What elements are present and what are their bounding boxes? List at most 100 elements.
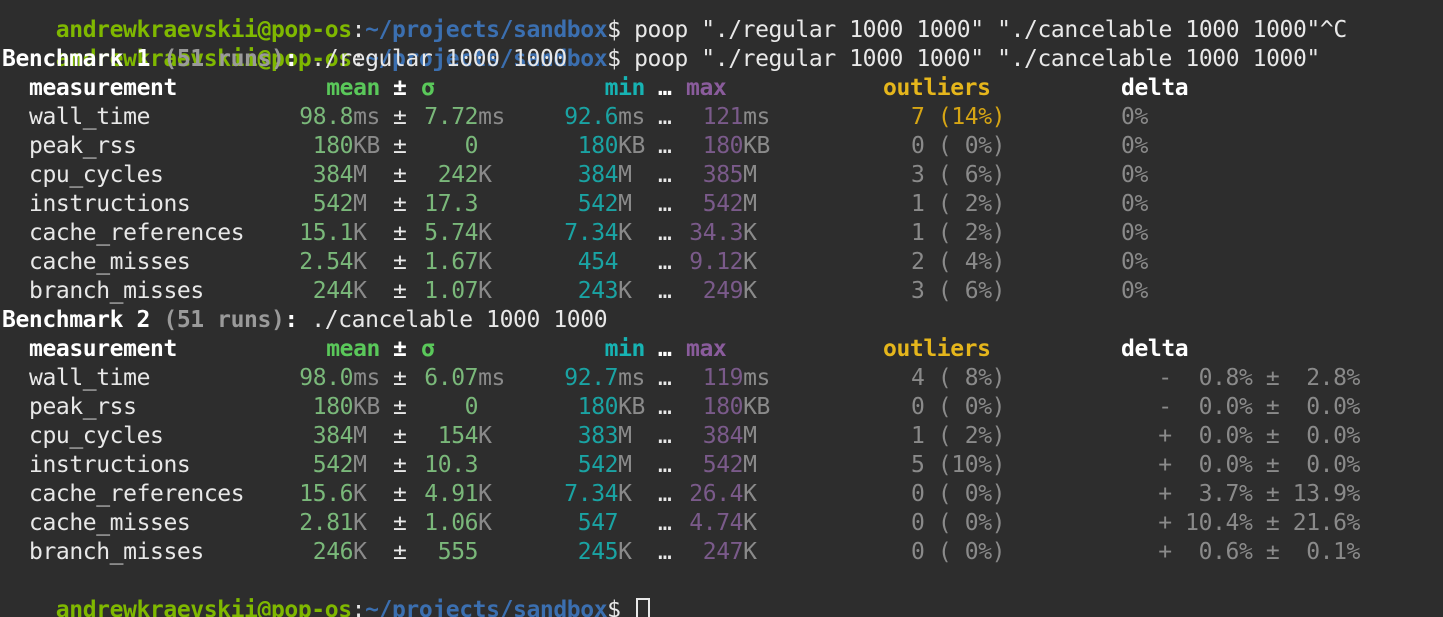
delta-value: 0% [1121, 249, 1148, 275]
cell: 180KB [250, 132, 381, 161]
cell: 243K [520, 277, 645, 306]
mean-unit: K [353, 510, 380, 536]
max-unit: K [743, 510, 770, 536]
cell: 6.07ms [380, 364, 505, 393]
table-row: peak_rss 180KB ±0 180KB… 180KB 0 ( 0%) 0% [0, 132, 1443, 161]
terminal-window[interactable]: andrewkraevskii@pop-os:~/projects/sandbo… [0, 0, 1443, 617]
table-row: wall_time 98.8ms ±7.72ms 92.6ms… 121ms 7 (14%… [0, 103, 1443, 132]
outliers-value: 0 ( 0%) [911, 539, 1006, 565]
sd-value: 10.3 [424, 452, 479, 478]
cell: 4.91K [380, 480, 505, 509]
cell: 3 ( 6%) [911, 161, 1061, 190]
cell: 454 [520, 248, 645, 277]
mean-value: 180 [312, 394, 354, 420]
benchmark-title: Benchmark 2 (51 runs): ./cancelable 1000… [2, 306, 608, 335]
outliers-value: 0 ( 0%) [911, 481, 1006, 507]
max-value: 384 [702, 423, 744, 449]
mean-unit: M [353, 452, 380, 478]
text-cursor[interactable] [636, 597, 651, 617]
delta-value: + 0.6% ± 0.1% [1158, 539, 1360, 565]
cell: 245K [520, 538, 645, 567]
sd-unit: K [478, 278, 505, 304]
metric-name: instructions [29, 191, 191, 217]
mean-unit: K [353, 481, 380, 507]
cell: 15.6K [250, 480, 380, 509]
metric-name: peak_rss [29, 133, 137, 159]
cell: + 3.7% ± 13.9% [1100, 480, 1360, 509]
cell: 180KB [520, 393, 646, 422]
header-sigma: σ [421, 75, 435, 101]
cell: 0 ( 0%) [911, 538, 1061, 567]
header-max: max [686, 75, 727, 101]
cell: 92.7ms [520, 364, 645, 393]
cell: 9.12K [645, 248, 770, 277]
delta-value: 0% [1121, 162, 1148, 188]
mean-unit: KB [353, 133, 380, 159]
cell: - 0.0% ± 0.0% [1100, 393, 1360, 422]
cell: 555 [380, 538, 505, 567]
cell: 0 ( 0%) [911, 480, 1061, 509]
mean-value: 542 [312, 191, 354, 217]
outliers-value: 0 ( 0%) [911, 510, 1006, 536]
header-measurement: measurement [29, 336, 177, 362]
cell: 242K [380, 161, 505, 190]
header-ellipsis: … [658, 75, 672, 101]
cell: 7.34K [520, 480, 645, 509]
mean-unit: ms [353, 104, 380, 130]
benchmark-command: ./regular 1000 1000 [297, 46, 567, 72]
outliers-value: 7 (14%) [911, 104, 1006, 130]
sd-value: 1.07 [424, 278, 479, 304]
max-value: 385 [702, 162, 744, 188]
sd-value: 242 [437, 162, 479, 188]
min-value: 383 [577, 423, 619, 449]
outliers-value: 5 (10%) [911, 452, 1006, 478]
min-unit: K [618, 481, 645, 507]
min-value: 547 [577, 510, 619, 536]
prompt-dollar: $ [607, 597, 635, 617]
outliers-value: 1 ( 2%) [911, 220, 1006, 246]
cell: 249K [645, 277, 770, 306]
cell: 0 ( 0%) [911, 393, 1061, 422]
max-unit: M [743, 423, 770, 449]
mean-unit: K [353, 249, 380, 275]
max-value: 119 [702, 365, 744, 391]
cell: 7 (14%) [911, 103, 1061, 132]
cell: 1.06K [380, 509, 505, 538]
max-unit: K [743, 278, 770, 304]
metric-name: wall_time [29, 104, 151, 130]
max-unit: K [743, 220, 770, 246]
header-max: max [686, 336, 727, 362]
cell: 98.8ms [250, 103, 380, 132]
cell: wall_time [29, 103, 279, 132]
max-value: 249 [702, 278, 744, 304]
cell: 119ms [645, 364, 771, 393]
cell: 542M [645, 190, 770, 219]
cell: 2.54K [250, 248, 380, 277]
prompt-dollar: $ [607, 46, 635, 72]
sd-value: 555 [437, 539, 479, 565]
header-min: min [604, 75, 646, 101]
mean-value: 15.6 [299, 481, 354, 507]
sd-value: 6.07 [424, 365, 479, 391]
cell: 121ms [645, 103, 771, 132]
table-row: branch_misses 244K ±1.07K 243K … 249K 3 ( … [0, 277, 1443, 306]
cell: 7.72ms [380, 103, 505, 132]
cell: 247K [645, 538, 770, 567]
mean-value: 98.0 [299, 365, 354, 391]
mean-unit: K [353, 278, 380, 304]
mean-unit: M [353, 423, 380, 449]
max-value: 34.3 [689, 220, 744, 246]
mean-value: 246 [312, 539, 354, 565]
max-unit: K [743, 481, 770, 507]
current-prompt-line[interactable]: andrewkraevskii@pop-os:~/projects/sandbo… [2, 567, 651, 617]
cell: 384M [250, 161, 380, 190]
benchmark-name: Benchmark 2 [2, 307, 150, 333]
sd-unit: K [478, 423, 505, 449]
sd-value: 1.06 [424, 510, 479, 536]
cell: measurement [29, 335, 279, 364]
delta-value: + 10.4% ± 21.6% [1158, 510, 1360, 536]
delta-value: 0% [1121, 191, 1148, 217]
cell: 180KB [645, 393, 771, 422]
benchmark-colon: : [284, 46, 298, 72]
cell: ± [393, 335, 413, 364]
